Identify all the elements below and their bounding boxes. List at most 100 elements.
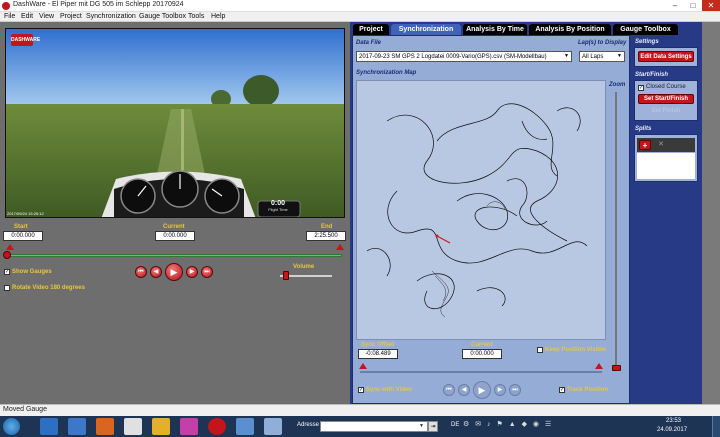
skip-to-end-button[interactable]: ⏭	[201, 266, 213, 278]
tab-analysis-by-position[interactable]: Analysis By Position	[529, 24, 611, 35]
step-forward-button[interactable]: ▶	[186, 266, 198, 278]
volume-slider-thumb[interactable]	[283, 271, 290, 280]
sync-with-video-label: Sync with Video	[366, 387, 412, 393]
sync-step-back-button[interactable]: ◀	[458, 384, 470, 396]
laps-label: Lap(s) to Display	[578, 40, 627, 46]
timeline-track[interactable]	[6, 254, 342, 257]
splits-list[interactable]	[637, 153, 695, 179]
current-time-field[interactable]: 0:00.000	[155, 231, 195, 241]
address-label: Adresse	[297, 422, 320, 428]
data-file-label: Data File	[356, 40, 382, 46]
dashware-app-icon	[2, 2, 10, 10]
dashware-taskbar-icon[interactable]	[208, 418, 226, 435]
add-split-button[interactable]: +	[639, 140, 651, 150]
flight-track-map	[366, 103, 588, 318]
word-icon[interactable]	[68, 418, 86, 435]
sync-skip-to-start-button[interactable]: ⏮	[443, 384, 455, 396]
flight-time-label: Flight Time	[268, 207, 288, 212]
sync-skip-to-end-button[interactable]: ⏭	[509, 384, 521, 396]
folder-icon[interactable]	[236, 418, 254, 435]
pinned-app-icon[interactable]	[180, 418, 198, 435]
track-position-label: Track Position	[567, 387, 609, 393]
keep-position-visible-checkbox[interactable]	[537, 347, 543, 353]
sync-current-label: Current	[471, 342, 493, 348]
menu-tools[interactable]: Tools	[188, 12, 204, 22]
sync-timeline-track[interactable]	[360, 371, 602, 373]
file-explorer-icon[interactable]	[152, 418, 170, 435]
splits-label: Splits	[635, 126, 652, 132]
play-button[interactable]: ▶	[165, 263, 183, 281]
clock-date[interactable]: 24.09.2017	[657, 427, 687, 433]
end-marker-handle[interactable]	[336, 244, 344, 250]
clock-time[interactable]: 23:53	[666, 418, 681, 424]
rotate-video-checkbox[interactable]	[4, 285, 10, 291]
window-preview-icon[interactable]	[264, 418, 282, 435]
video-preview[interactable]	[5, 28, 345, 218]
start-finish-label: Start/Finish	[635, 72, 669, 78]
zoom-slider[interactable]	[615, 92, 617, 370]
sync-step-forward-button[interactable]: ▶	[494, 384, 506, 396]
sync-play-button[interactable]: ▶	[473, 381, 491, 399]
start-label: Start	[14, 224, 28, 230]
sync-map-label: Synchronization Map	[356, 70, 417, 76]
zoom-slider-thumb[interactable]	[612, 365, 621, 371]
start-marker-handle[interactable]	[6, 244, 14, 250]
menu-help[interactable]: Help	[211, 12, 225, 22]
step-back-button[interactable]: ◀	[150, 266, 162, 278]
data-file-select[interactable]: 2017-09-23 SM GPS 2 Logdatei 0009-Vario(…	[356, 51, 572, 62]
tab-analysis-by-time[interactable]: Analysis By Time	[463, 24, 527, 35]
start-time-field[interactable]: 0:00.000	[3, 231, 43, 241]
tab-gauge-toolbox[interactable]: Gauge Toolbox	[613, 24, 678, 35]
data-file-chevron-down-icon[interactable]: ▼	[564, 53, 569, 59]
menu-edit[interactable]: Edit	[21, 12, 33, 22]
current-label: Current	[163, 224, 185, 230]
sync-offset-label: Sync Offset	[361, 342, 395, 348]
tab-project[interactable]: Project	[353, 24, 389, 35]
keep-position-visible-label: Keep Position Visible	[545, 347, 606, 353]
show-gauges-checkbox[interactable]: ✓	[4, 269, 10, 275]
closed-course-checkbox[interactable]: ✓	[638, 85, 644, 91]
maximize-button[interactable]: □	[684, 0, 702, 11]
start-button-icon[interactable]	[3, 418, 20, 435]
timeline-playhead[interactable]	[3, 251, 11, 259]
tab-synchronization[interactable]: Synchronization	[391, 24, 461, 35]
sync-current-field[interactable]: 0:00.000	[462, 349, 502, 359]
menu-file[interactable]: File	[4, 12, 15, 22]
end-label: End	[321, 224, 333, 230]
address-go-icon[interactable]: ⇥	[428, 421, 438, 432]
set-finish-button[interactable]: Set Finish	[638, 108, 694, 114]
sync-end-marker[interactable]	[595, 363, 603, 369]
menu-synchronization[interactable]: Synchronization	[86, 12, 136, 22]
language-indicator[interactable]: DE	[451, 422, 459, 428]
skip-to-start-button[interactable]: ⏮	[135, 266, 147, 278]
edit-data-settings-button[interactable]: Edit Data Settings	[638, 51, 694, 62]
show-gauges-label: Show Gauges	[12, 269, 52, 275]
video-frame-image	[6, 29, 344, 217]
close-button[interactable]: ✕	[702, 0, 720, 11]
track-position-checkbox[interactable]: ✓	[559, 387, 565, 393]
sync-start-marker[interactable]	[359, 363, 367, 369]
zoom-label: Zoom	[609, 82, 626, 88]
minimize-button[interactable]: –	[666, 0, 684, 11]
media-player-icon[interactable]	[124, 418, 142, 435]
remove-split-button[interactable]: ✕	[656, 140, 666, 150]
show-desktop-button[interactable]	[712, 416, 720, 437]
internet-explorer-icon[interactable]	[40, 418, 58, 435]
menu-project[interactable]: Project	[60, 12, 82, 22]
dashware-logo: DASHWARE	[11, 34, 40, 46]
synchronization-map[interactable]	[356, 80, 606, 340]
status-bar	[0, 404, 720, 416]
laps-chevron-down-icon[interactable]: ▼	[617, 53, 622, 59]
closed-course-label: Closed Course	[646, 84, 686, 90]
menu-view[interactable]: View	[39, 12, 54, 22]
address-chevron-down-icon[interactable]: ▼	[419, 423, 424, 429]
firefox-icon[interactable]	[96, 418, 114, 435]
sync-with-video-checkbox[interactable]: ✓	[358, 387, 364, 393]
end-time-field[interactable]: 2:25.500	[306, 231, 346, 241]
tray-icons[interactable]: ⚙ ✉ ♪ ⚑ ▲ ◆ ◉ ☰	[463, 420, 573, 433]
menu-gauge-toolbox[interactable]: Gauge Toolbox	[139, 12, 186, 22]
sync-offset-field[interactable]: -0:08.489	[358, 349, 398, 359]
window-title: DashWare - El Piper mit DG 505 im Schlep…	[13, 1, 184, 8]
set-start-finish-button[interactable]: Set Start/Finish	[638, 94, 694, 104]
address-input[interactable]	[320, 421, 428, 432]
